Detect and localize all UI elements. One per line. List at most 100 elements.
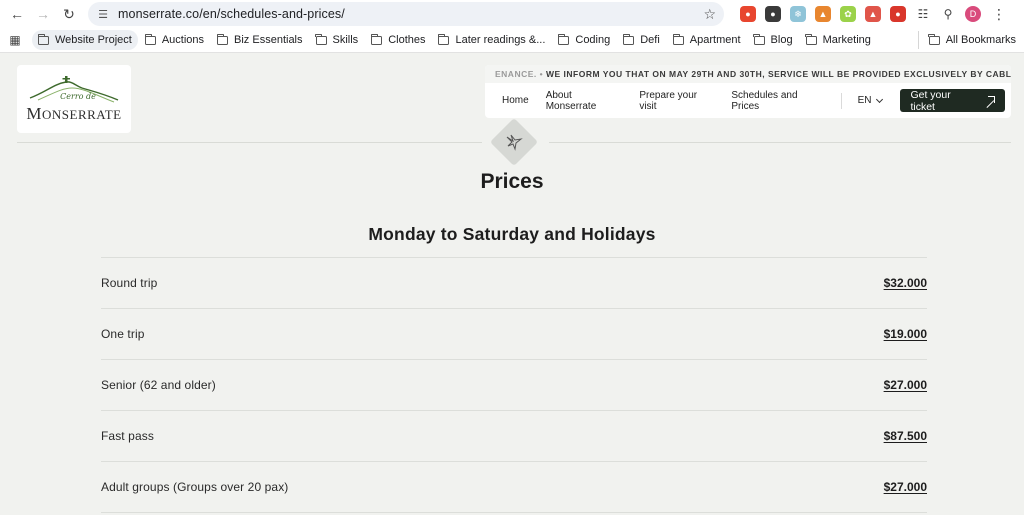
folder-icon [622, 33, 635, 45]
announcement-ticker: ENANCE. • WE INFORM YOU THAT ON MAY 29TH… [485, 65, 1011, 83]
bookmark-folder[interactable]: Later readings &... [432, 30, 551, 50]
logo-cap-letter: M [26, 104, 42, 123]
price-list: Round trip $32.000 One trip $19.000 Seni… [101, 257, 927, 513]
nav-divider [840, 92, 842, 109]
folder-icon [558, 33, 570, 45]
bookmark-folder[interactable]: Apartment [667, 30, 747, 50]
folder-icon [144, 33, 156, 45]
chevron-down-icon [876, 95, 884, 103]
bookmark-label: Auctions [161, 34, 205, 46]
bookmark-label: Coding [575, 34, 611, 46]
nav-about[interactable]: About Monserrate [546, 90, 623, 112]
price-value[interactable]: $19.000 [884, 327, 927, 341]
site-logo[interactable]: Cerro de MONSERRATE [17, 65, 131, 133]
divider-left [17, 142, 482, 143]
extension-pokeball-icon[interactable]: ● [890, 6, 906, 22]
extension-shield-icon[interactable]: ● [740, 6, 756, 22]
folder-icon [672, 33, 684, 45]
bookmark-folder[interactable]: Auctions [139, 30, 210, 50]
bookmark-folder[interactable]: Website Project [32, 30, 138, 50]
ticker-fade-text: ENANCE. • [495, 69, 544, 79]
site-settings-icon[interactable]: ☰ [96, 7, 110, 21]
bookmark-folder[interactable]: Defi [617, 30, 666, 50]
bookmark-label: Defi [640, 34, 660, 46]
language-label: EN [857, 95, 872, 106]
folder-icon [315, 33, 327, 45]
price-row: Senior (62 and older) $27.000 [101, 360, 927, 411]
bookmark-label: Biz Essentials [234, 34, 303, 46]
folder-icon [928, 33, 940, 45]
bookmark-label: Apartment [689, 34, 741, 46]
apps-grid-icon[interactable]: ▦ [8, 33, 22, 47]
price-value[interactable]: $27.000 [884, 480, 927, 494]
bookmark-folder[interactable]: Marketing [800, 30, 877, 50]
nav-home[interactable]: Home [502, 95, 529, 106]
hummingbird-icon [500, 128, 528, 156]
price-label: Adult groups (Groups over 20 pax) [101, 480, 289, 494]
extensions-area: ● ● ❄ ▲ ✿ ▲ ● ☷ ⚲ D ⋮ [740, 6, 1006, 23]
folder-icon [37, 33, 49, 45]
back-icon[interactable]: ← [6, 3, 28, 25]
price-row: One trip $19.000 [101, 309, 927, 360]
reload-icon[interactable]: ↻ [58, 3, 80, 25]
ticket-button-label: Get your ticket [910, 88, 951, 113]
url-text[interactable]: monserrate.co/en/schedules-and-prices/ [118, 7, 695, 21]
price-value[interactable]: $87.500 [884, 429, 927, 443]
bookmarks-bar: ▦ Website Project Auctions Biz Essential… [0, 28, 1024, 53]
ticker-text: WE INFORM YOU THAT ON MAY 29TH AND 30TH,… [543, 69, 1011, 79]
extension-dark-icon[interactable]: ● [765, 6, 781, 22]
language-selector[interactable]: EN [857, 95, 884, 106]
profile-avatar[interactable]: D [965, 6, 981, 22]
price-value[interactable]: $32.000 [884, 276, 927, 290]
logo-small-text: Cerro de [60, 92, 96, 101]
page-content: Cerro de MONSERRATE ENANCE. • WE INFORM … [0, 53, 1024, 515]
main-nav: Home About Monserrate Prepare your visit… [485, 83, 1011, 118]
divider-right [549, 142, 1011, 143]
extensions-puzzle-icon[interactable]: ☷ [915, 6, 931, 22]
bookmark-label: Website Project [55, 34, 132, 46]
price-row: Round trip $32.000 [101, 258, 927, 309]
extension-leaf-icon[interactable]: ✿ [840, 6, 856, 22]
folder-icon [216, 33, 229, 45]
folder-icon [805, 33, 817, 45]
browser-toolbar: ← → ↻ ☰ monserrate.co/en/schedules-and-p… [0, 0, 1024, 28]
bookmark-label: Marketing [822, 34, 871, 46]
section-subtitle: Monday to Saturday and Holidays [368, 224, 656, 244]
bookmark-label: Blog [770, 34, 793, 46]
folder-icon [370, 33, 383, 45]
price-row: Adult groups (Groups over 20 pax) $27.00… [101, 462, 927, 513]
all-bookmarks-label: All Bookmarks [945, 34, 1016, 46]
extension-snowflake-icon[interactable]: ❄ [790, 6, 806, 22]
forward-icon[interactable]: → [32, 3, 54, 25]
bookmark-folder[interactable]: Biz Essentials [211, 30, 308, 50]
bookmark-folder[interactable]: Clothes [365, 30, 431, 50]
bookmark-label: Clothes [388, 34, 426, 46]
all-bookmarks[interactable]: All Bookmarks [917, 31, 1016, 49]
address-bar[interactable]: ☰ monserrate.co/en/schedules-and-prices/… [88, 2, 724, 26]
bookmark-folder[interactable]: Coding [552, 30, 616, 50]
extension-brave-icon[interactable]: ▲ [865, 6, 881, 22]
nav-schedules-prices[interactable]: Schedules and Prices [731, 90, 824, 112]
bookmark-star-icon[interactable]: ☆ [703, 6, 716, 23]
get-ticket-button[interactable]: Get your ticket [900, 88, 1006, 113]
bookmark-label: Skills [332, 34, 359, 46]
price-value[interactable]: $27.000 [884, 378, 927, 392]
price-label: Senior (62 and older) [101, 378, 216, 392]
bookmark-folder[interactable]: Skills [310, 30, 365, 50]
hummingbird-svg [506, 134, 523, 151]
logo-rest-letters: ONSERRATE [42, 107, 122, 122]
logo-wordmark: MONSERRATE [26, 104, 121, 124]
folder-icon [753, 33, 765, 45]
price-label: Fast pass [101, 429, 154, 443]
page-title: Prices [480, 170, 544, 193]
site-header-nav: ENANCE. • WE INFORM YOU THAT ON MAY 29TH… [485, 65, 1011, 118]
extension-metamask-icon[interactable]: ▲ [815, 6, 831, 22]
tab-search-icon[interactable]: ⚲ [940, 6, 956, 22]
price-row: Fast pass $87.500 [101, 411, 927, 462]
nav-prepare-visit[interactable]: Prepare your visit [639, 90, 714, 112]
folder-icon [438, 33, 450, 45]
arrow-up-right-icon [985, 95, 995, 106]
menu-kebab-icon[interactable]: ⋮ [992, 6, 1006, 23]
bookmark-folder[interactable]: Blog [748, 30, 799, 50]
price-label: One trip [101, 327, 145, 341]
